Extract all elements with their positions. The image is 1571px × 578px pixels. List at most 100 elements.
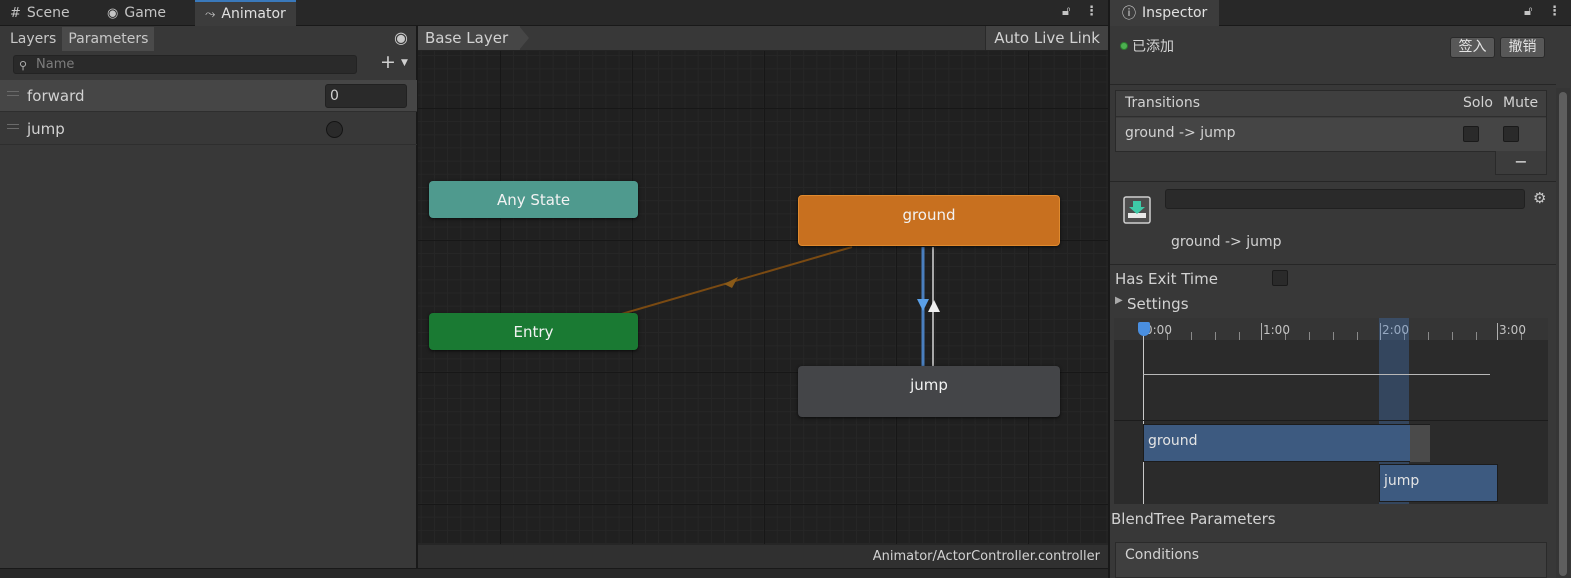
- source-bar-tail: [1410, 425, 1430, 462]
- parameter-row-forward[interactable]: forward 0: [0, 80, 417, 112]
- settings-foldout[interactable]: Settings: [1127, 295, 1189, 313]
- inspector-tab-bar: ⓘ Inspector 🔓︎ ⋮: [1110, 0, 1571, 26]
- added-label: 已添加: [1132, 39, 1174, 55]
- transition-arrow-icon: [724, 277, 738, 288]
- ruler-tick: [1452, 332, 1453, 340]
- mute-checkbox[interactable]: [1503, 126, 1519, 142]
- hash-icon: #: [10, 5, 21, 21]
- parameters-panel: Layers Parameters ◉ ⚲ Name + ▼ forward 0…: [0, 26, 417, 568]
- ruler-tick: [1333, 332, 1334, 340]
- transition-timeline[interactable]: 0:00 1:00 2:00 3:00 ground jump: [1114, 318, 1548, 504]
- divider: [1110, 264, 1556, 265]
- parameter-search-input[interactable]: ⚲ Name: [13, 55, 357, 74]
- conditions-header: Conditions: [1125, 547, 1200, 563]
- animator-graph[interactable]: Base Layer Auto Live Link Any State Entr…: [418, 26, 1108, 568]
- transition-row[interactable]: ground -> jump: [1116, 118, 1546, 151]
- drag-handle-icon[interactable]: [7, 91, 19, 96]
- timeline-ruler: 0:00 1:00 2:00 3:00: [1114, 318, 1548, 340]
- state-entry[interactable]: Entry: [429, 313, 638, 350]
- lock-icon[interactable]: 🔓︎: [1062, 4, 1070, 19]
- inspector-panel: ⓘ Inspector 🔓︎ ⋮ 已添加 签入 撤销 Transitions S…: [1109, 0, 1571, 578]
- ruler-tick: [1191, 332, 1192, 340]
- ruler-label: 1:00: [1263, 323, 1290, 337]
- lock-icon[interactable]: 🔓︎: [1524, 4, 1532, 19]
- panel-subtabs: Layers Parameters: [0, 26, 417, 51]
- ruler-tick: [1497, 323, 1498, 340]
- info-icon: ⓘ: [1122, 6, 1136, 22]
- editor-tab-bar: # Scene ◉ Game ⤳ Animator 🔓︎ ⋮: [0, 0, 1108, 26]
- parameter-float-field[interactable]: 0: [325, 84, 407, 108]
- ruler-tick: [1428, 332, 1429, 340]
- parameter-name: forward: [27, 87, 85, 105]
- destination-state-bar[interactable]: jump: [1379, 464, 1498, 502]
- tab-label: Animator: [221, 6, 286, 22]
- ruler-label: 3:00: [1499, 323, 1526, 337]
- tab-label: Game: [124, 5, 167, 21]
- revert-button[interactable]: 撤销: [1500, 37, 1545, 58]
- tab-label: Scene: [26, 5, 70, 21]
- parameter-bool-radio[interactable]: [326, 121, 343, 138]
- search-placeholder: Name: [36, 57, 75, 72]
- auto-live-link-button[interactable]: Auto Live Link: [985, 26, 1108, 50]
- gamepad-icon: ◉: [107, 5, 119, 21]
- transitions-header: Transitions Solo Mute: [1116, 91, 1546, 117]
- state-ground[interactable]: ground: [798, 195, 1060, 246]
- chevron-down-icon[interactable]: ▼: [401, 58, 408, 68]
- breadcrumb-base-layer[interactable]: Base Layer: [418, 26, 521, 50]
- playhead-marker-icon[interactable]: [1138, 322, 1150, 336]
- breadcrumb-arrow-icon: [519, 26, 529, 50]
- inspector-scrollbar[interactable]: [1556, 88, 1570, 578]
- gear-icon[interactable]: ⚙: [1533, 189, 1546, 207]
- ruler-tick: [1357, 332, 1358, 340]
- tab-game[interactable]: ◉ Game: [97, 0, 176, 26]
- tab-parameters[interactable]: Parameters: [62, 26, 155, 51]
- ruler-tick: [1261, 323, 1262, 340]
- transition-up-arrow-icon: [928, 300, 940, 312]
- settings-foldout-icon[interactable]: ▶: [1115, 295, 1123, 306]
- blendtree-parameters-label: BlendTree Parameters: [1111, 510, 1276, 528]
- has-exit-time-checkbox[interactable]: [1272, 270, 1288, 286]
- more-options-icon[interactable]: ⋮: [1548, 4, 1561, 19]
- divider: [1110, 181, 1556, 182]
- transition-wires: [617, 246, 940, 366]
- has-exit-time-label: Has Exit Time: [1115, 270, 1218, 288]
- parameter-name: jump: [27, 120, 65, 138]
- bottom-panel-edge: [0, 568, 1108, 578]
- animator-icon: ⤳: [205, 6, 216, 22]
- blend-curve: [1143, 374, 1490, 375]
- ruler-tick: [1309, 332, 1310, 340]
- timeline-divider: [1114, 420, 1548, 421]
- transition-name-field[interactable]: [1165, 189, 1525, 209]
- conditions-list: Conditions: [1115, 542, 1547, 578]
- scrollbar-thumb[interactable]: [1559, 92, 1567, 576]
- drag-handle-icon[interactable]: [7, 124, 19, 129]
- divider: [1110, 84, 1556, 85]
- state-jump[interactable]: jump: [798, 366, 1060, 417]
- source-state-bar[interactable]: ground: [1143, 424, 1430, 462]
- add-parameter-button[interactable]: +: [380, 51, 396, 73]
- tab-label: Inspector: [1142, 5, 1208, 21]
- controller-path: Animator/ActorController.controller: [418, 544, 1108, 568]
- ruler-tick: [1239, 332, 1240, 340]
- solo-column-label: Solo: [1463, 95, 1493, 111]
- ruler-tick: [1476, 332, 1477, 340]
- search-icon: ⚲: [19, 59, 28, 72]
- tab-animator[interactable]: ⤳ Animator: [195, 0, 296, 26]
- remove-transition-button[interactable]: −: [1495, 151, 1547, 175]
- ruler-tick: [1215, 332, 1216, 340]
- solo-checkbox[interactable]: [1463, 126, 1479, 142]
- tab-inspector[interactable]: ⓘ Inspector: [1110, 0, 1220, 26]
- tab-layers[interactable]: Layers: [4, 27, 62, 51]
- tab-scene[interactable]: # Scene: [0, 0, 80, 26]
- checkin-button[interactable]: 签入: [1450, 37, 1495, 58]
- more-options-icon[interactable]: ⋮: [1085, 4, 1098, 19]
- transition-down-arrow-icon: [917, 299, 929, 311]
- transition-icon: [1123, 196, 1151, 224]
- eye-icon[interactable]: ◉: [394, 28, 408, 47]
- added-status-icon: [1120, 42, 1128, 50]
- transition-row-label: ground -> jump: [1125, 125, 1236, 141]
- parameter-row-jump[interactable]: jump: [0, 113, 417, 145]
- layer-breadcrumb-bar: Base Layer Auto Live Link: [418, 26, 1108, 51]
- state-any-state[interactable]: Any State: [429, 181, 638, 218]
- transitions-title: Transitions: [1125, 95, 1200, 111]
